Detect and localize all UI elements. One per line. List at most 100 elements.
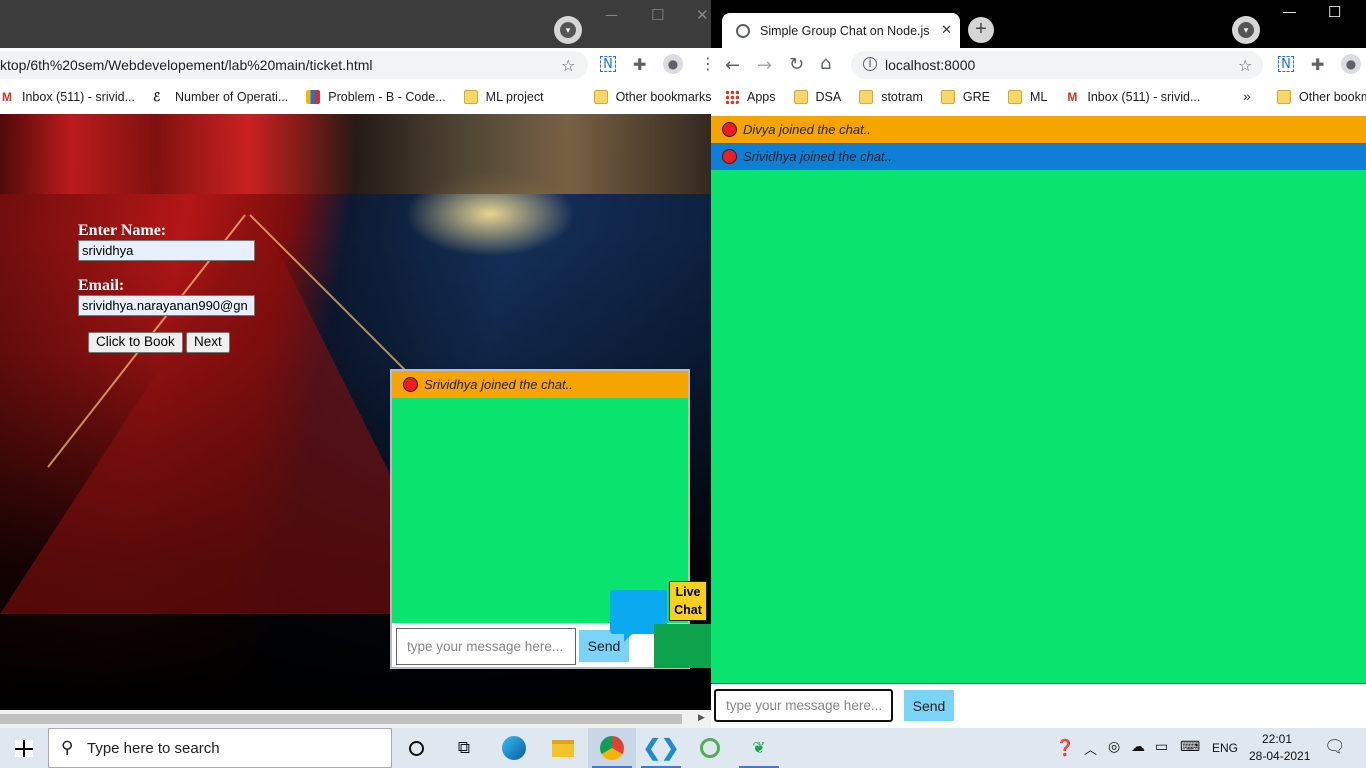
star-icon[interactable]: ☆ <box>561 56 575 75</box>
email-label: Email: <box>78 277 125 294</box>
battery-icon[interactable]: ▭ <box>1155 738 1168 755</box>
menu-dots-icon[interactable]: ⋮ <box>700 54 711 73</box>
chat-bubble-green-icon[interactable] <box>654 624 711 668</box>
email-input[interactable]: srividhya.narayanan990@gn <box>78 295 255 316</box>
mini-chat-input[interactable]: type your message here... <box>396 628 576 665</box>
chat-input-bar: type your message here... Send <box>711 683 1366 728</box>
new-tab-button[interactable]: + <box>968 17 994 43</box>
bookmark-number-of-operations[interactable]: ℰ Number of Operati... <box>153 90 288 104</box>
network-icon[interactable]: ☁ <box>1131 738 1145 755</box>
bookmark-inbox[interactable]: M Inbox (511) - srivid... <box>1065 90 1200 104</box>
bookmark-other[interactable]: Other bookmarks <box>593 90 711 104</box>
right-browser-window: Simple Group Chat on Node.js ✕ + ▾ — ☐ ←… <box>711 0 1366 728</box>
windows-start-icon[interactable] <box>15 740 33 757</box>
bookmark-label: Other bookm <box>1299 90 1366 104</box>
gmail-icon: M <box>2 90 12 104</box>
minimize-icon[interactable]: — <box>605 8 618 23</box>
windows-taskbar: ⚲ Type here to search ⧉ ❮❯ ❦ ❓ ︿ ◎ ☁ ▭ ⌨… <box>0 728 1366 768</box>
puzzle-icon[interactable]: ✚ <box>1311 55 1324 74</box>
keyboard-icon[interactable]: ⌨ <box>1180 738 1200 755</box>
scroll-right-icon[interactable]: ▶ <box>698 712 705 723</box>
tab-search-button[interactable]: ▾ <box>554 16 582 44</box>
minimize-icon[interactable]: — <box>1283 4 1296 19</box>
close-icon[interactable]: ✕ <box>696 6 709 24</box>
bookmark-label: Other bookmarks <box>615 90 711 104</box>
other-bookmarks[interactable]: Other bookm <box>1277 81 1366 113</box>
extension-n-icon[interactable]: N <box>600 56 616 72</box>
extension-n-icon[interactable]: N <box>1278 56 1294 72</box>
more-bookmarks-button[interactable]: » <box>1243 88 1251 104</box>
folder-icon <box>1007 90 1022 104</box>
notifications-icon[interactable]: 🗨 <box>1324 737 1346 757</box>
cortana-icon[interactable] <box>392 728 440 768</box>
clock-time[interactable]: 22:01 <box>1262 732 1292 746</box>
profile-icon[interactable]: ● <box>663 54 683 74</box>
chat-label: Chat <box>674 603 702 617</box>
tab-close-icon[interactable]: ✕ <box>941 22 952 38</box>
address-bar[interactable]: localhost:8000 <box>851 51 1263 79</box>
reload-icon[interactable]: ↻ <box>789 54 804 75</box>
scrollbar-thumb[interactable] <box>0 714 682 724</box>
tab-simple-group-chat[interactable]: Simple Group Chat on Node.js ✕ <box>722 13 960 48</box>
language-indicator[interactable]: ENG <box>1212 741 1238 755</box>
vscode-icon[interactable]: ❮❯ <box>637 728 685 768</box>
chat-bubble-tail <box>624 632 634 642</box>
click-to-book-button[interactable]: Click to Book <box>88 332 183 353</box>
mini-chat-send-button[interactable]: Send <box>579 630 629 662</box>
chat-send-button[interactable]: Send <box>904 690 954 721</box>
chat-message: Divya joined the chat.. <box>711 116 1366 143</box>
chat-message-text: Srividhya joined the chat.. <box>743 149 892 164</box>
chevron-up-icon[interactable]: ︿ <box>1084 739 1097 758</box>
bookmark-dsa[interactable]: DSA <box>793 90 842 104</box>
bookmark-stotram[interactable]: stotram <box>859 90 923 104</box>
background-image <box>0 114 711 194</box>
info-icon[interactable]: i <box>863 57 877 71</box>
left-title-bar: ▾ — ☐ ✕ <box>0 0 711 48</box>
file-explorer-icon[interactable] <box>539 728 587 768</box>
right-title-bar: Simple Group Chat on Node.js ✕ + ▾ — ☐ <box>711 0 1366 48</box>
help-icon[interactable]: ❓ <box>1055 738 1075 758</box>
next-button[interactable]: Next <box>186 332 230 353</box>
status-dot-icon <box>722 122 737 137</box>
bookmark-gre[interactable]: GRE <box>940 90 990 104</box>
group-chat-page: Divya joined the chat.. Srividhya joined… <box>711 116 1366 728</box>
mongodb-icon[interactable]: ❦ <box>735 728 783 768</box>
search-placeholder: Type here to search <box>87 739 220 757</box>
chevron-down-icon: ▾ <box>1238 22 1254 38</box>
webcam-icon[interactable]: ◎ <box>1108 738 1120 755</box>
home-icon[interactable]: ⌂ <box>820 53 831 74</box>
edge-icon[interactable] <box>490 728 538 768</box>
folder-icon <box>463 90 478 104</box>
address-bar[interactable]: ktop/6th%20sem/Webdevelopement/lab%20mai… <box>0 51 588 79</box>
taskbar-search-box[interactable]: ⚲ Type here to search <box>48 728 392 768</box>
status-dot-icon <box>722 149 737 164</box>
chrome-icon[interactable] <box>588 728 636 768</box>
tab-title: Simple Group Chat on Node.js <box>760 23 930 38</box>
clock-date[interactable]: 28-04-2021 <box>1249 749 1310 763</box>
maximize-icon[interactable]: ☐ <box>651 6 664 24</box>
bookmark-label: DSA <box>815 90 842 104</box>
back-icon[interactable]: ← <box>725 55 740 76</box>
loading-app-icon[interactable] <box>686 728 734 768</box>
chat-message: Srividhya joined the chat.. <box>711 143 1366 170</box>
chat-message-text: Srividhya joined the chat.. <box>424 377 573 392</box>
task-view-icon[interactable]: ⧉ <box>440 728 488 768</box>
bookmark-label: Number of Operati... <box>175 90 289 104</box>
live-chat-button[interactable]: Live Chat <box>669 581 707 621</box>
name-input[interactable]: srividhya <box>78 240 255 261</box>
bookmark-problem-b[interactable]: Problem - B - Code... <box>306 90 446 104</box>
chat-message-input[interactable]: type your message here... <box>714 689 893 722</box>
horizontal-scrollbar[interactable]: ▶ <box>0 710 711 728</box>
puzzle-icon[interactable]: ✚ <box>633 55 646 74</box>
bookmark-ml[interactable]: ML <box>1007 90 1047 104</box>
bookmark-apps[interactable]: Apps <box>725 90 776 104</box>
bookmark-label: Apps <box>747 90 776 104</box>
bookmark-ml-project[interactable]: ML project <box>463 90 544 104</box>
tab-search-button[interactable]: ▾ <box>1232 16 1260 44</box>
maximize-icon[interactable]: ☐ <box>1328 3 1341 21</box>
profile-icon[interactable]: ● <box>1341 54 1361 74</box>
bookmark-inbox[interactable]: M Inbox (511) - srivid... <box>0 90 135 104</box>
forward-icon[interactable]: → <box>757 55 772 76</box>
globe-icon <box>736 23 750 38</box>
star-icon[interactable]: ☆ <box>1238 56 1252 75</box>
